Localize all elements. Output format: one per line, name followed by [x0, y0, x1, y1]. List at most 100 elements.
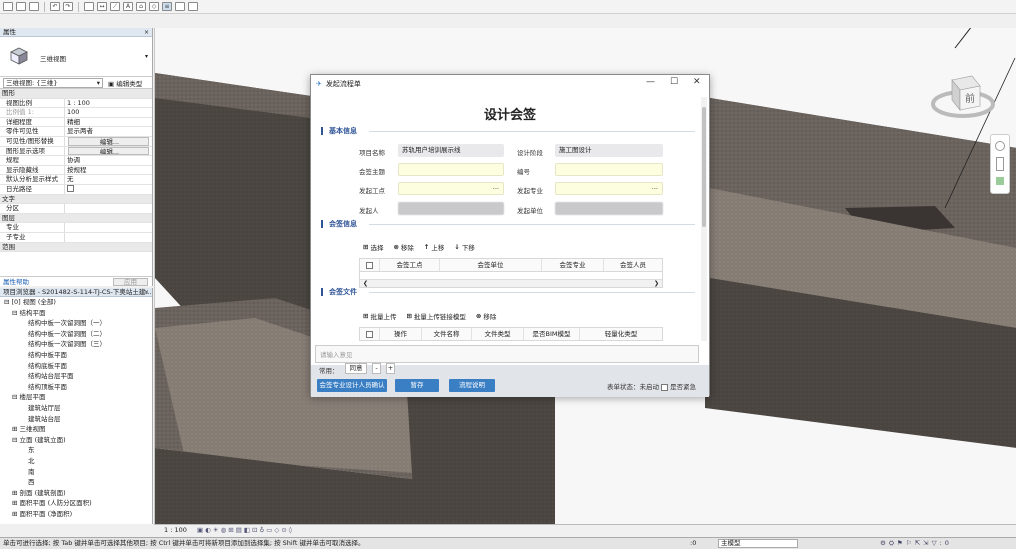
add-phrase-button[interactable]: + — [386, 363, 395, 374]
tree-item[interactable]: ⊟ 楼层平面 — [0, 392, 152, 403]
property-edit-button[interactable]: 编辑... — [68, 146, 149, 156]
redo-icon[interactable]: ↷ — [63, 2, 73, 11]
chevron-down-icon[interactable]: ▾ — [145, 53, 148, 60]
tree-item[interactable]: 南 — [0, 467, 152, 478]
tree-item[interactable]: ⊞ 面积平面 (净面积) — [0, 509, 152, 520]
urgent-checkbox[interactable] — [661, 383, 668, 391]
view-scale[interactable]: 1 : 100 — [164, 526, 187, 534]
navigation-bar[interactable] — [990, 134, 1010, 194]
move-down-button[interactable]: ↓ 下移 — [454, 242, 474, 252]
active-model-select[interactable]: 主模型 — [718, 539, 798, 548]
thin-lines-icon[interactable]: ≡ — [162, 2, 172, 11]
remove-file-button[interactable]: ⊗ 移除 — [476, 311, 496, 321]
opinion-input[interactable]: 请输入意见 — [315, 345, 699, 363]
tree-item[interactable]: ⊟ [0] 视图 (全部) — [0, 297, 152, 308]
zoom-icon[interactable] — [996, 157, 1004, 171]
property-value[interactable] — [65, 185, 152, 194]
tree-item[interactable]: 东 — [0, 445, 152, 456]
project-name-field[interactable]: 苏轨用户培训展示线 — [398, 144, 504, 157]
origin-major-picker[interactable]: ··· — [555, 182, 663, 195]
close-hidden-icon[interactable] — [175, 2, 185, 11]
sync-icon[interactable] — [29, 2, 39, 11]
batch-upload-link-model-button[interactable]: ⊞ 批量上传链接模型 — [406, 311, 465, 321]
select-button[interactable]: ⊞ 选择 — [363, 242, 383, 252]
remove-phrase-button[interactable]: - — [372, 363, 381, 374]
view-control-icons[interactable]: ▣◐☀◍⊞▤◧⊡♁▭◇⊙◊ — [197, 526, 294, 534]
close-icon[interactable]: × — [144, 288, 149, 297]
view-cube[interactable]: 前 — [930, 68, 1000, 128]
select-all-files-checkbox[interactable] — [360, 328, 380, 340]
save-icon[interactable] — [16, 2, 26, 11]
selection-filter-icons[interactable]: ⚙⛭⚑⚐⇱⇲▽:0 — [880, 538, 952, 549]
property-value[interactable] — [65, 233, 152, 242]
sign-topic-input[interactable] — [398, 163, 504, 176]
move-up-button[interactable]: ↑ 上移 — [424, 242, 444, 252]
property-value[interactable]: 无 — [65, 175, 152, 184]
property-value[interactable]: 100 — [65, 108, 152, 117]
dialog-scrollbar[interactable] — [701, 97, 707, 341]
tree-item[interactable]: 结构站台层平面 — [0, 371, 152, 382]
origin-point-picker[interactable]: ··· — [398, 182, 504, 195]
confirm-designers-button[interactable]: 会签专业设计人员确认 — [317, 379, 387, 392]
tree-item[interactable]: 西 — [0, 477, 152, 488]
scrollbar-thumb[interactable] — [702, 107, 706, 227]
more-icon[interactable]: ··· — [652, 183, 658, 196]
tree-item[interactable]: ⊞ 面积平面 (人防分区面积) — [0, 498, 152, 509]
steering-wheel-icon[interactable] — [995, 141, 1005, 151]
property-value[interactable]: 协调 — [65, 156, 152, 165]
tree-item[interactable]: ⊟ 立面 (建筑立面) — [0, 435, 152, 446]
property-group-header[interactable]: 图形 — [0, 89, 152, 99]
tree-item[interactable]: 建筑站台层 — [0, 414, 152, 425]
tree-item[interactable]: ⊞ 三维视图 — [0, 424, 152, 435]
section-icon[interactable]: ◇ — [149, 2, 159, 11]
tree-item[interactable]: 结构中板一次留洞图（二） — [0, 329, 152, 340]
minimize-button[interactable]: — — [646, 77, 655, 87]
3d-view-icon[interactable]: ⌂ — [136, 2, 146, 11]
batch-upload-button[interactable]: ⊞ 批量上传 — [363, 311, 396, 321]
urgent-toggle[interactable]: 是否紧急 — [661, 381, 696, 391]
common-phrase-select[interactable]: 同意 — [345, 363, 367, 374]
property-value[interactable]: 按规程 — [65, 166, 152, 175]
property-edit-button[interactable]: 编辑... — [68, 136, 149, 146]
nav-menu-icon[interactable] — [996, 177, 1004, 185]
tree-item[interactable]: 结构中板平面 — [0, 350, 152, 361]
apply-button[interactable]: 应用 — [113, 278, 148, 286]
property-value[interactable]: 显示两者 — [65, 127, 152, 136]
open-icon[interactable] — [3, 2, 13, 11]
type-selector[interactable]: 三维视图 ▾ — [0, 37, 152, 77]
property-value[interactable] — [65, 204, 152, 213]
undo-icon[interactable]: ↶ — [50, 2, 60, 11]
property-group-header[interactable]: 文字 — [0, 194, 152, 205]
maximize-button[interactable]: ☐ — [670, 77, 678, 87]
tree-item[interactable]: 结构中板一次留洞图（三） — [0, 339, 152, 350]
tree-item[interactable]: ⊟ 结构平面 — [0, 308, 152, 319]
select-all-checkbox[interactable] — [360, 259, 380, 271]
measure-icon[interactable]: ↔ — [97, 2, 107, 11]
remove-button[interactable]: ⊗ 移除 — [393, 242, 413, 252]
close-button[interactable]: ✕ — [693, 77, 701, 87]
more-icon[interactable]: ··· — [493, 183, 499, 196]
property-group-header[interactable]: 图层 — [0, 213, 152, 224]
design-stage-field[interactable]: 施工图设计 — [555, 144, 663, 157]
tree-item[interactable]: ⊞ 剖面 (建筑剖面) — [0, 488, 152, 499]
tree-item[interactable]: 结构顶板平面 — [0, 382, 152, 393]
horizontal-scrollbar[interactable]: ❮ ❯ — [360, 279, 662, 287]
properties-help-link[interactable]: 属性帮助 — [3, 278, 29, 286]
switch-windows-icon[interactable] — [188, 2, 198, 11]
print-icon[interactable] — [84, 2, 94, 11]
workflow-help-button[interactable]: 流程说明 — [449, 379, 495, 392]
text-icon[interactable]: A — [123, 2, 133, 11]
tree-item[interactable]: 结构中板一次留洞图（一） — [0, 318, 152, 329]
dimension-icon[interactable]: ⟋ — [110, 2, 120, 11]
property-value[interactable]: 精细 — [65, 118, 152, 127]
property-checkbox[interactable] — [67, 185, 74, 193]
tree-item[interactable]: 北 — [0, 456, 152, 467]
property-group-header[interactable]: 范围 — [0, 242, 152, 253]
close-icon[interactable]: × — [144, 28, 149, 37]
tree-item[interactable]: 结构底板平面 — [0, 361, 152, 372]
save-draft-button[interactable]: 暂存 — [395, 379, 439, 392]
tree-item[interactable]: 建筑站厅层 — [0, 403, 152, 414]
property-value[interactable] — [65, 223, 152, 232]
number-input[interactable] — [555, 163, 663, 176]
instance-filter-dropdown[interactable]: 三维视图: {三维} ▾ — [3, 77, 103, 88]
